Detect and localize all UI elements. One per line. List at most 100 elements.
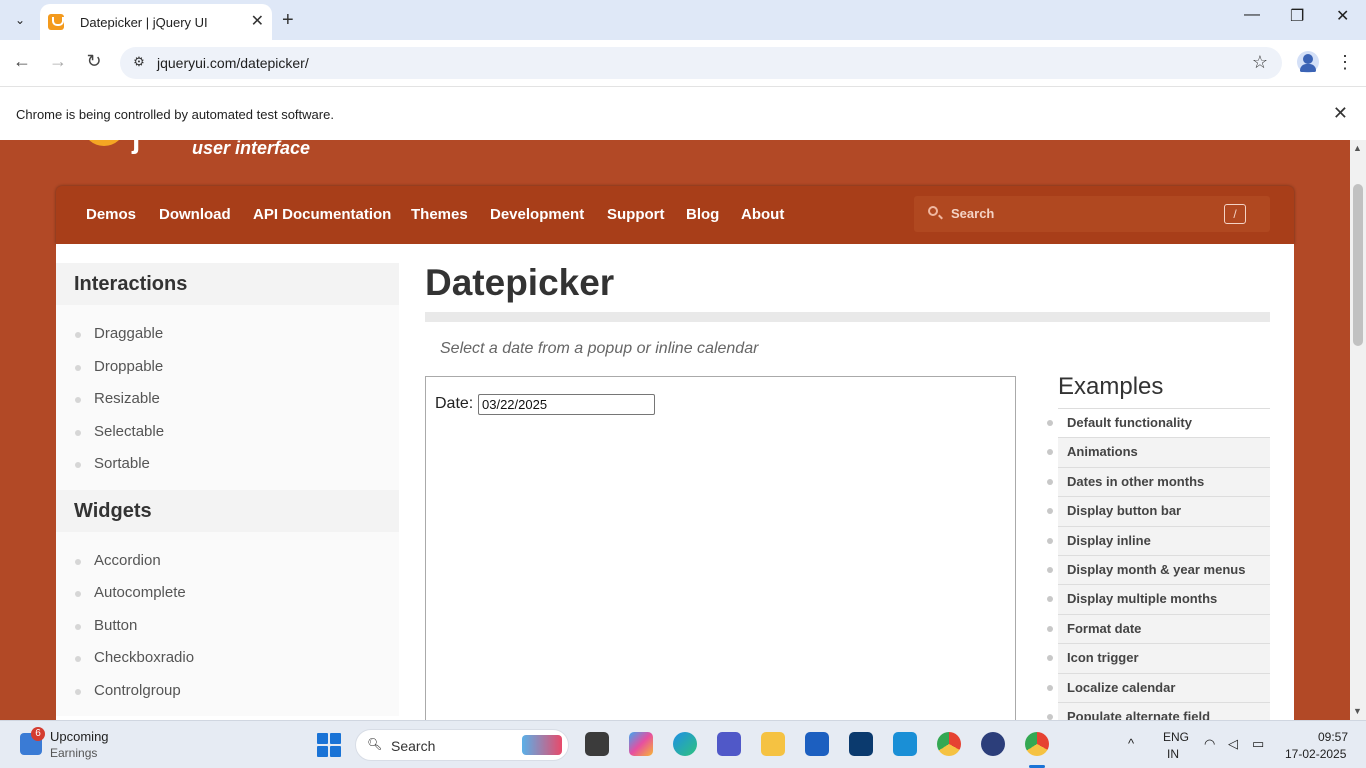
sidebar-item-label[interactable]: Droppable xyxy=(94,358,163,375)
example-label[interactable]: Animations xyxy=(1067,444,1138,459)
sidebar-item-label[interactable]: Autocomplete xyxy=(94,584,186,601)
url-text[interactable]: jqueryui.com/datepicker/ xyxy=(157,55,309,71)
sidebar-item-accordion[interactable]: Accordion xyxy=(56,546,399,579)
datepicker-input[interactable] xyxy=(478,394,655,415)
sidebar-item-draggable[interactable]: Draggable xyxy=(56,319,399,352)
example-month-year-menus[interactable]: Display month & year menus xyxy=(1047,555,1270,586)
restore-icon[interactable]: ❐ xyxy=(1290,6,1304,26)
sidebar-item-label[interactable]: Checkboxradio xyxy=(94,649,194,666)
search-shortcut-key: / xyxy=(1224,204,1246,224)
example-label[interactable]: Dates in other months xyxy=(1067,474,1204,489)
sidebar-item-resizable[interactable]: Resizable xyxy=(56,384,399,417)
example-format-date[interactable]: Format date xyxy=(1047,614,1270,645)
nav-support[interactable]: Support xyxy=(607,206,665,223)
example-label[interactable]: Default functionality xyxy=(1067,415,1192,430)
infobar-close-icon[interactable]: ✕ xyxy=(1333,103,1348,124)
jquery-logo-icon[interactable] xyxy=(84,140,124,146)
example-display-button-bar[interactable]: Display button bar xyxy=(1047,497,1270,527)
close-tab-icon[interactable]: ✕ xyxy=(251,13,264,31)
dropbox-icon[interactable] xyxy=(849,732,873,756)
clock-date[interactable]: 17-02-2025 xyxy=(1285,747,1346,761)
example-label[interactable]: Display multiple months xyxy=(1067,591,1217,606)
nav-download[interactable]: Download xyxy=(159,206,231,223)
sidebar-item-droppable[interactable]: Droppable xyxy=(56,352,399,385)
site-info-icon[interactable]: ⚙ xyxy=(130,54,148,72)
task-view-icon[interactable] xyxy=(585,732,609,756)
active-tab[interactable]: Datepicker | jQuery UI ✕ xyxy=(40,4,272,40)
chrome-icon[interactable] xyxy=(1025,732,1049,756)
back-arrow-icon[interactable]: ← xyxy=(10,51,34,72)
example-localize-calendar[interactable]: Localize calendar xyxy=(1047,673,1270,703)
example-default-functionality[interactable]: Default functionality xyxy=(1047,409,1270,439)
bookmark-star-icon[interactable]: ☆ xyxy=(1252,52,1268,73)
browser-menu-icon[interactable]: ⋮ xyxy=(1336,52,1354,73)
example-multiple-months[interactable]: Display multiple months xyxy=(1047,585,1270,615)
reload-icon[interactable]: ↻ xyxy=(82,51,106,72)
tab-search-button[interactable]: ⌄ xyxy=(8,8,32,32)
sidebar-item-label[interactable]: Resizable xyxy=(94,390,160,407)
example-alternate-field[interactable]: Populate alternate field xyxy=(1047,702,1270,720)
example-label[interactable]: Populate alternate field xyxy=(1067,709,1210,720)
nav-themes[interactable]: Themes xyxy=(411,206,468,223)
eclipse-icon[interactable] xyxy=(981,732,1005,756)
example-icon-trigger[interactable]: Icon trigger xyxy=(1047,644,1270,674)
file-explorer-icon[interactable] xyxy=(761,732,785,756)
teams-icon[interactable] xyxy=(717,732,741,756)
example-label[interactable]: Display month & year menus xyxy=(1067,562,1245,577)
example-display-inline[interactable]: Display inline xyxy=(1047,526,1270,556)
nav-api-documentation[interactable]: API Documentation xyxy=(253,206,391,223)
example-label[interactable]: Display button bar xyxy=(1067,503,1181,518)
sidebar-item-selectable[interactable]: Selectable xyxy=(56,417,399,450)
example-label[interactable]: Format date xyxy=(1067,621,1141,636)
profile-avatar-icon[interactable] xyxy=(1297,51,1319,73)
volume-icon[interactable]: ◁ xyxy=(1228,736,1238,752)
copilot-icon[interactable] xyxy=(629,732,653,756)
example-label[interactable]: Display inline xyxy=(1067,533,1151,548)
nav-development[interactable]: Development xyxy=(490,206,584,223)
example-animations[interactable]: Animations xyxy=(1047,438,1270,468)
nav-demos[interactable]: Demos xyxy=(86,206,136,223)
language-secondary[interactable]: IN xyxy=(1167,747,1179,761)
nav-blog[interactable]: Blog xyxy=(686,206,719,223)
sidebar-item-checkboxradio[interactable]: Checkboxradio xyxy=(56,643,399,676)
language-primary[interactable]: ENG xyxy=(1163,730,1189,744)
nav-about[interactable]: About xyxy=(741,206,784,223)
sidebar-item-label[interactable]: Draggable xyxy=(94,325,163,342)
hp-app-icon[interactable] xyxy=(893,732,917,756)
examples-list: Default functionality Animations Dates i… xyxy=(1047,409,1270,720)
minimize-icon[interactable]: — xyxy=(1244,6,1260,24)
clock-time[interactable]: 09:57 xyxy=(1318,730,1348,744)
page-scrollbar[interactable]: ▲ ▼ xyxy=(1350,140,1366,720)
sidebar-item-autocomplete[interactable]: Autocomplete xyxy=(56,578,399,611)
widget-subtitle[interactable]: Earnings xyxy=(50,746,97,760)
window-close-icon[interactable]: ✕ xyxy=(1336,6,1349,26)
windows-start-icon[interactable] xyxy=(317,733,341,757)
scrollbar-thumb[interactable] xyxy=(1353,184,1363,346)
sidebar-item-label[interactable]: Accordion xyxy=(94,552,161,569)
example-dates-other-months[interactable]: Dates in other months xyxy=(1047,467,1270,498)
scroll-down-icon[interactable]: ▼ xyxy=(1353,706,1362,716)
scroll-up-icon[interactable]: ▲ xyxy=(1353,143,1362,153)
forward-arrow-icon[interactable]: → xyxy=(46,51,70,72)
sidebar-item-label[interactable]: Controlgroup xyxy=(94,682,181,699)
site-search-input[interactable]: Search / xyxy=(914,196,1270,232)
bullet-icon xyxy=(1047,625,1053,632)
chrome-profile-icon[interactable] xyxy=(937,732,961,756)
sidebar-item-label[interactable]: Selectable xyxy=(94,423,164,440)
new-tab-icon[interactable]: + xyxy=(282,8,294,32)
example-label[interactable]: Icon trigger xyxy=(1067,650,1139,665)
taskbar-search-input[interactable]: 🔍︎ Search xyxy=(355,729,569,761)
sidebar-item-button[interactable]: Button xyxy=(56,611,399,644)
wifi-icon[interactable]: ◠ xyxy=(1204,736,1215,752)
widget-title[interactable]: Upcoming xyxy=(50,729,109,744)
sidebar-item-controlgroup[interactable]: Controlgroup xyxy=(56,676,399,709)
sidebar-item-sortable[interactable]: Sortable xyxy=(56,449,399,482)
sidebar-item-label[interactable]: Button xyxy=(94,617,137,634)
sidebar-item-label[interactable]: Sortable xyxy=(94,455,150,472)
tray-overflow-chevron-icon[interactable]: ^ xyxy=(1128,736,1134,751)
address-bar[interactable]: ⚙ jqueryui.com/datepicker/ ☆ xyxy=(120,47,1282,79)
microsoft-store-icon[interactable] xyxy=(805,732,829,756)
battery-icon[interactable]: ▭ xyxy=(1252,736,1264,752)
example-label[interactable]: Localize calendar xyxy=(1067,680,1175,695)
edge-icon[interactable] xyxy=(673,732,697,756)
